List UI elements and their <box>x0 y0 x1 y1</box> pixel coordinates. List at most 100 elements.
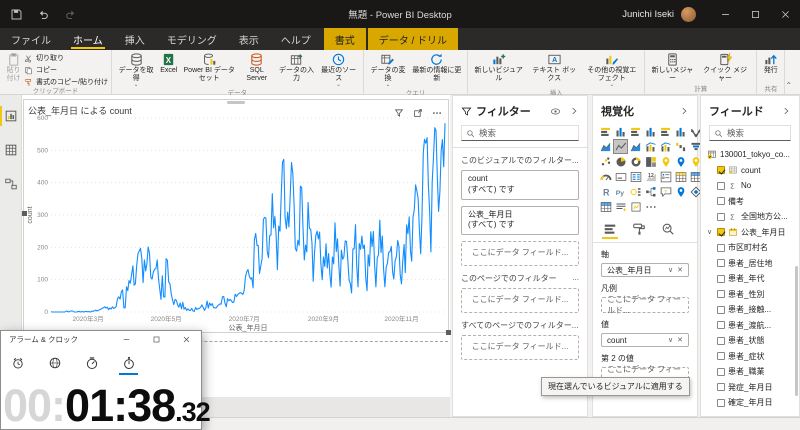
focus-mode-icon[interactable] <box>413 108 423 118</box>
collapse-pane-icon[interactable] <box>569 106 579 116</box>
field-row-患者_居住地[interactable]: 患者_居住地 <box>701 256 799 272</box>
line-chart[interactable]: 01002003004005006002020年3月 2020年5月 2020年7月… <box>24 100 450 334</box>
alarm-icon[interactable] <box>10 356 25 375</box>
field-row-市区町村名[interactable]: 市区町村名 <box>701 240 799 256</box>
ribbon-button-その他の視覚エフェクト[interactable]: その他の視覚エフェクト ⌄ <box>582 51 641 89</box>
well-field-公表_年月日[interactable]: 公表_年月日 ∨ ✕ <box>601 263 689 277</box>
smart-narrative-icon[interactable] <box>614 200 627 213</box>
well-dropdown-icon[interactable]: ∨ <box>668 266 673 274</box>
filter-card-公表_年月日[interactable]: 公表_年月日 (すべて) です <box>461 205 579 236</box>
line-and-stacked-column-chart-icon[interactable] <box>644 140 657 153</box>
menu-tab-書式[interactable]: 書式 <box>323 28 366 50</box>
data-view-icon[interactable] <box>0 137 22 163</box>
ribbon-button-データの変換[interactable]: データの変換 ⌄ <box>367 51 410 89</box>
ribbon-button-最近のソース[interactable]: 最近のソース ⌄ <box>318 51 360 89</box>
well-remove-icon[interactable]: ✕ <box>677 266 683 274</box>
field-checkbox-発症_年月日[interactable] <box>717 383 725 392</box>
ribbon-button-SQL Server[interactable]: SQL Server <box>238 51 275 84</box>
maximize-button[interactable] <box>740 0 770 28</box>
field-checkbox-患者_接触...[interactable] <box>717 305 725 314</box>
field-checkbox-患者_性別[interactable] <box>717 290 725 299</box>
redo-icon[interactable] <box>64 8 77 21</box>
filter-search-input[interactable]: 検索 <box>461 125 579 141</box>
r-script-visual-icon[interactable]: R <box>599 185 612 198</box>
filter-section-more-icon[interactable]: ... <box>572 273 579 284</box>
field-checkbox-患者_渡航...[interactable] <box>717 321 725 330</box>
fields-scrollbar[interactable] <box>795 266 798 396</box>
gauge-icon[interactable] <box>599 170 612 183</box>
ribbon-button-貼り付け[interactable]: 貼り付け <box>3 51 24 84</box>
well-drop-placeholder[interactable]: ここにデータ フィールド... <box>601 295 689 315</box>
map-icon[interactable] <box>659 155 672 168</box>
well-remove-icon[interactable]: ✕ <box>677 336 683 344</box>
resize-handle-bottom-right[interactable] <box>446 330 451 335</box>
ribbon-button-Power BI データセット[interactable]: Power BI データセット <box>180 51 238 84</box>
filter-drop-placeholder[interactable]: ここにデータ フィールド... <box>461 334 579 360</box>
stopwatch-icon[interactable] <box>119 356 138 375</box>
field-row-患者_職業[interactable]: 患者_職業 <box>701 364 799 380</box>
well-field-count[interactable]: count ∨ ✕ <box>601 333 689 347</box>
arcgis-map-icon[interactable] <box>674 185 687 198</box>
save-icon[interactable] <box>10 8 23 21</box>
python-visual-icon[interactable]: Py <box>614 185 627 198</box>
multi-row-card-icon[interactable] <box>629 170 642 183</box>
custom-visual-icon[interactable] <box>629 200 642 213</box>
visual-drag-handle[interactable] <box>227 101 245 104</box>
field-row-No[interactable]: Σ No <box>701 178 799 194</box>
field-row-公表_年月日[interactable]: ∨ 公表_年月日 <box>701 225 799 241</box>
report-view-icon[interactable] <box>0 103 22 129</box>
filled-map-icon[interactable] <box>674 155 687 168</box>
field-checkbox-患者_職業[interactable] <box>717 367 725 376</box>
100-stacked-bar-chart-icon[interactable] <box>659 125 672 138</box>
field-checkbox-確定_年月日[interactable] <box>717 398 725 407</box>
clustered-bar-chart-icon[interactable] <box>629 125 642 138</box>
field-row-患者_接触...[interactable]: 患者_接触... <box>701 302 799 318</box>
well-dropdown-icon[interactable]: ∨ <box>668 336 673 344</box>
field-checkbox-患者_状態[interactable] <box>717 336 725 345</box>
expander-icon[interactable]: ∨ <box>707 228 714 236</box>
menu-tab-表示[interactable]: 表示 <box>228 28 270 50</box>
slicer-icon[interactable] <box>659 170 672 183</box>
world-clock-icon[interactable] <box>47 356 62 375</box>
ribbon-button-書式のコピー/貼り付け[interactable]: 書式のコピー/貼り付け <box>24 77 108 87</box>
field-checkbox-全国地方公...[interactable] <box>717 212 725 221</box>
treemap-icon[interactable] <box>644 155 657 168</box>
undo-icon[interactable] <box>37 8 50 21</box>
minimize-button[interactable] <box>710 0 740 28</box>
visual-filter-icon[interactable] <box>394 108 404 118</box>
avatar[interactable] <box>681 6 696 22</box>
clustered-column-chart-icon[interactable] <box>644 125 657 138</box>
eye-icon[interactable] <box>550 106 561 117</box>
filter-card-count[interactable]: count (すべて) です <box>461 170 579 200</box>
filter-drop-placeholder[interactable]: ここにデータ フィールド... <box>461 241 579 266</box>
alarm-minimize-button[interactable] <box>111 331 141 348</box>
100-stacked-column-chart-icon[interactable] <box>674 125 687 138</box>
format-tab[interactable] <box>632 222 646 239</box>
field-checkbox-No[interactable] <box>717 181 725 190</box>
filter-drop-placeholder[interactable]: ここにデータ フィールド... <box>461 287 579 313</box>
alarm-close-button[interactable] <box>171 331 201 348</box>
kpi-icon[interactable]: 12 <box>644 170 657 183</box>
more-options-icon[interactable] <box>432 108 442 118</box>
stacked-bar-chart-icon[interactable] <box>599 125 612 138</box>
menu-tab-モデリング[interactable]: モデリング <box>156 28 228 50</box>
pie-chart-icon[interactable] <box>614 155 627 168</box>
menu-tab-データ / ドリル[interactable]: データ / ドリル <box>367 28 459 50</box>
field-row-患者_症状[interactable]: 患者_症状 <box>701 349 799 365</box>
analytics-tab[interactable] <box>661 222 675 239</box>
fields-table-row[interactable]: 130001_tokyo_co... <box>701 147 799 163</box>
collapse-pane-icon[interactable] <box>679 106 689 116</box>
line-and-clustered-column-chart-icon[interactable] <box>659 140 672 153</box>
ribbon-button-テキスト ボックス[interactable]: A テキスト ボックス <box>526 51 583 84</box>
field-row-count[interactable]: count <box>701 163 799 179</box>
field-checkbox-患者_居住地[interactable] <box>717 259 725 268</box>
menu-tab-ホーム[interactable]: ホーム <box>62 28 114 50</box>
key-influencers-icon[interactable] <box>629 185 642 198</box>
field-checkbox-備考[interactable] <box>717 197 725 206</box>
paginated-report-icon[interactable] <box>599 200 612 213</box>
ribbon-button-最新の情報に更新[interactable]: 最新の情報に更新 <box>409 51 464 84</box>
stacked-area-chart-icon[interactable] <box>629 140 642 153</box>
timer-icon[interactable] <box>84 356 99 375</box>
field-row-確定_年月日[interactable]: 確定_年月日 <box>701 395 799 411</box>
ribbon-button-新しいビジュアル[interactable]: 新しいビジュアル <box>471 51 526 84</box>
